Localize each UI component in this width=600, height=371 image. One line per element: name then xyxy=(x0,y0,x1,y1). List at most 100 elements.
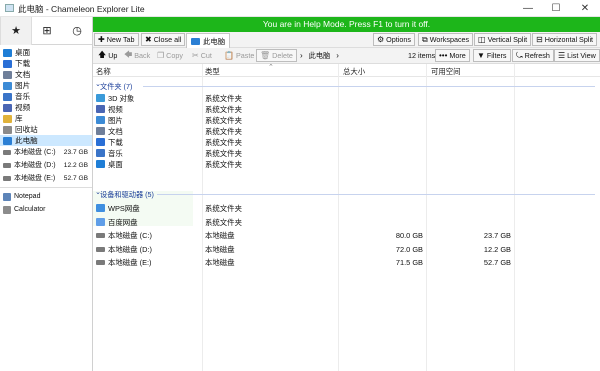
item-type: 本地磁盘 xyxy=(205,244,235,254)
download-icon xyxy=(3,59,12,68)
tree-item[interactable]: 回收站 xyxy=(0,124,92,135)
tree-item[interactable]: 桌面 xyxy=(0,47,92,58)
item-name: 文档 xyxy=(108,127,123,136)
window-title: 此电脑 - Chameleon Explorer Lite xyxy=(18,4,145,14)
tab-this-pc[interactable]: 此电脑 xyxy=(186,33,231,48)
video-icon xyxy=(3,103,12,112)
item-name: 本地磁盘 (E:) xyxy=(108,258,152,267)
tree-item[interactable]: 文档 xyxy=(0,69,92,80)
tree-item[interactable]: 音乐 xyxy=(0,91,92,102)
up-button[interactable]: 🡅 Up xyxy=(94,49,121,62)
tree-item-label: 此电脑 xyxy=(15,136,38,145)
tree-tab-button[interactable]: ⊞ xyxy=(32,17,62,45)
favorites-tab-button[interactable]: ★ xyxy=(0,16,32,45)
drive-icon xyxy=(3,176,11,181)
list-item[interactable]: 下载 系统文件夹 xyxy=(93,137,600,148)
back-button[interactable]: 🡄 Back xyxy=(120,49,154,62)
options-button[interactable]: ⚙ Options xyxy=(373,33,415,46)
sort-ascending-icon: ⌃ xyxy=(268,64,274,71)
list-item[interactable]: 桌面 系统文件夹 xyxy=(93,159,600,170)
column-header-total-size[interactable]: 总大小 xyxy=(343,66,365,77)
tree-item[interactable]: 此电脑 xyxy=(0,135,92,146)
trash-icon: 🗑 xyxy=(260,51,271,60)
list-item[interactable]: 本地磁盘 (D:) 本地磁盘 72.0 GB 12.2 GB xyxy=(93,244,600,255)
paste-button[interactable]: 📋 Paste xyxy=(220,49,258,62)
tree-app-label: Calculator xyxy=(14,206,46,213)
breadcrumb[interactable]: › 此电脑 › xyxy=(296,49,345,62)
item-type: 系统文件夹 xyxy=(205,94,242,103)
tree-drive-item[interactable]: 本地磁盘 (E:) 52.7 GB xyxy=(0,172,92,185)
list-item[interactable]: 本地磁盘 (C:) 本地磁盘 80.0 GB 23.7 GB xyxy=(93,230,600,241)
column-header-name[interactable]: 名称 xyxy=(96,66,111,77)
list-item[interactable]: 本地磁盘 (E:) 本地磁盘 71.5 GB 52.7 GB xyxy=(93,257,600,268)
more-label: More xyxy=(449,51,466,60)
computer-icon xyxy=(191,37,200,45)
list-item[interactable]: 音乐 系统文件夹 xyxy=(93,148,600,159)
list-item[interactable]: 3D 对象 系统文件夹 xyxy=(93,93,600,104)
tree-app-item[interactable]: Calculator xyxy=(0,203,92,216)
tree-item[interactable]: 下载 xyxy=(0,58,92,69)
item-free-space: 52.7 GB xyxy=(483,258,511,267)
copy-button[interactable]: ❐ Copy xyxy=(153,49,187,62)
copy-icon: ❐ xyxy=(157,51,165,60)
column-header-free-space[interactable]: 可用空间 xyxy=(431,66,461,77)
workspaces-label: Workspaces xyxy=(429,35,470,44)
tree-app-item[interactable]: Notepad xyxy=(0,190,92,203)
column-header-type[interactable]: 类型 xyxy=(205,66,220,77)
filters-label: Filters xyxy=(486,51,507,60)
workspaces-button[interactable]: ⧉ Workspaces xyxy=(418,33,474,46)
list-item[interactable]: 视频 系统文件夹 xyxy=(93,104,600,115)
tree-item-label: 回收站 xyxy=(15,125,38,134)
close-button[interactable]: ✕ xyxy=(572,0,598,17)
3d-objects-icon xyxy=(96,94,105,102)
separator xyxy=(0,187,92,188)
list-view-button[interactable]: ☰ List View xyxy=(554,49,600,62)
plus-icon: ✚ xyxy=(98,35,105,44)
tree-item[interactable]: 图片 xyxy=(0,80,92,91)
list-view-label: List View xyxy=(567,51,596,60)
horizontal-split-button[interactable]: ⊟ Horizontal Split xyxy=(532,33,598,46)
delete-button[interactable]: 🗑 Delete xyxy=(256,49,297,62)
document-icon xyxy=(3,70,12,79)
filter-icon: ▼ xyxy=(477,51,485,60)
history-tab-button[interactable]: ◷ xyxy=(62,17,92,45)
tree-drive-free-space: 23.7 GB xyxy=(63,149,88,156)
more-button[interactable]: ••• More xyxy=(435,49,470,62)
desktop-icon xyxy=(96,160,105,168)
music-icon xyxy=(3,92,12,101)
item-free-space: 12.2 GB xyxy=(483,244,511,254)
tree-item[interactable]: 视频 xyxy=(0,102,92,113)
calculator-icon xyxy=(3,205,11,214)
list-item[interactable]: 文档 系统文件夹 xyxy=(93,126,600,137)
navigation-tree: 桌面 下载 文档 图片 音乐 视频库回收站 此电脑 本地磁盘 (C:) 23.7 GB 本地磁盘 … xyxy=(0,45,92,216)
close-all-button[interactable]: ✖ Close all xyxy=(141,33,186,46)
tree-item[interactable]: 库 xyxy=(0,113,92,124)
refresh-button[interactable]: ⤿ Refresh xyxy=(512,49,554,62)
new-tab-button[interactable]: ✚ New Tab xyxy=(94,33,139,46)
group-header[interactable]: ⌄ 设备和驱动器 (5) xyxy=(93,187,600,200)
cut-button[interactable]: ✂ Cut xyxy=(188,49,216,62)
chevron-right-icon: › xyxy=(300,51,303,60)
library-icon xyxy=(3,114,12,123)
cut-label: Cut xyxy=(200,51,212,60)
item-type: 本地磁盘 xyxy=(205,258,235,267)
list-item[interactable]: 百度网盘 系统文件夹 xyxy=(93,217,600,228)
item-total-size: 80.0 GB xyxy=(395,231,423,240)
group-header[interactable]: ⌄ 文件夹 (7) xyxy=(93,79,600,92)
filters-button[interactable]: ▼ Filters xyxy=(473,49,511,62)
vertical-split-button[interactable]: ◫ Vertical Split xyxy=(474,33,532,46)
item-type: 系统文件夹 xyxy=(205,204,242,213)
close-all-label: Close all xyxy=(153,35,182,44)
minimize-button[interactable]: — xyxy=(515,0,541,17)
tree-item-label: 库 xyxy=(15,114,23,123)
maximize-button[interactable]: ☐ xyxy=(543,0,569,17)
tree-app-label: Notepad xyxy=(14,193,41,200)
item-type: 系统文件夹 xyxy=(205,105,242,114)
list-item[interactable]: 图片 系统文件夹 xyxy=(93,115,600,126)
item-type: 系统文件夹 xyxy=(205,217,242,227)
tree-drive-item[interactable]: 本地磁盘 (D:) 12.2 GB xyxy=(0,159,92,172)
tree-drive-item[interactable]: 本地磁盘 (C:) 23.7 GB xyxy=(0,146,92,159)
breadcrumb-this-pc[interactable]: 此电脑 xyxy=(309,51,331,61)
list-item[interactable]: WPS网盘 系统文件夹 xyxy=(93,203,600,214)
gear-icon: ⚙ xyxy=(377,35,385,44)
